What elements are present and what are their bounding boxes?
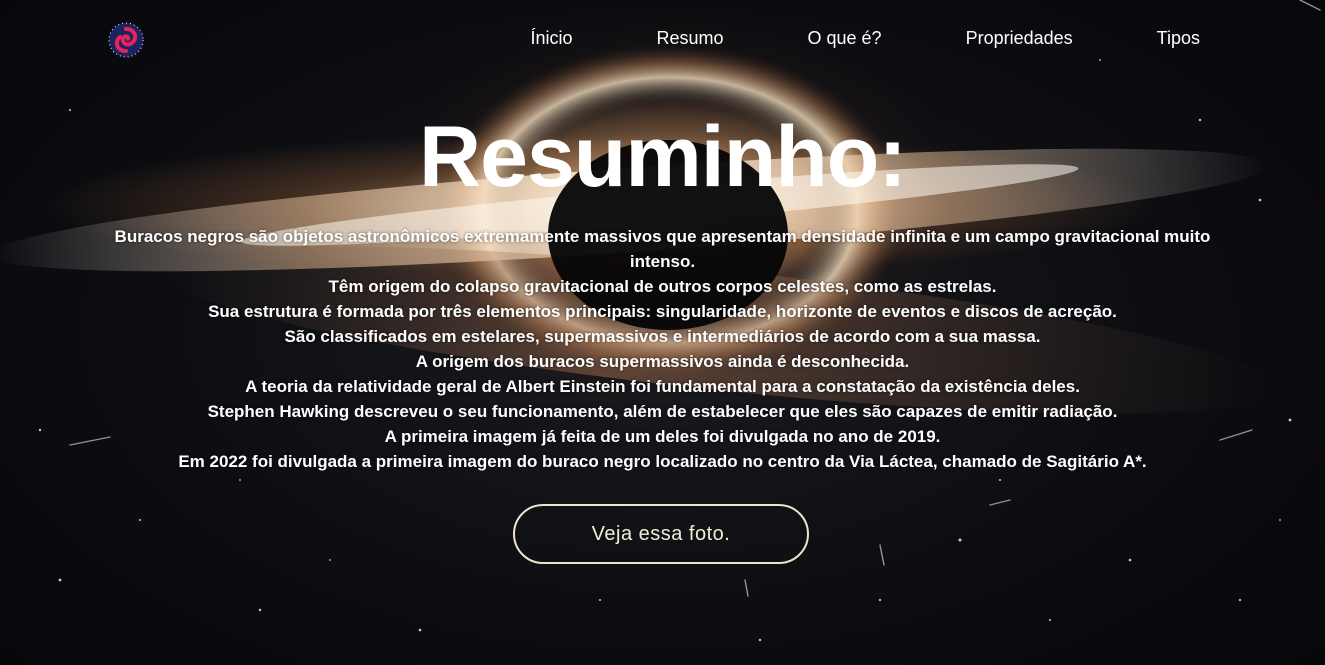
summary-line: Têm origem do colapso gravitacional de o… xyxy=(328,277,997,296)
summary-line: A origem dos buracos supermassivos ainda… xyxy=(415,352,910,371)
summary-list: Buracos negros são objetos astronômicos … xyxy=(100,224,1225,474)
page: Ínicio Resumo O que é? Propriedades Tipo… xyxy=(0,0,1325,665)
top-navigation: Ínicio Resumo O que é? Propriedades Tipo… xyxy=(0,0,1325,80)
page-title: Resuminho: xyxy=(419,109,907,205)
nav-links: Ínicio Resumo O que é? Propriedades Tipo… xyxy=(530,28,1200,49)
nav-link-inicio[interactable]: Ínicio xyxy=(530,28,572,49)
site-logo[interactable] xyxy=(107,21,145,59)
nav-link-resumo[interactable]: Resumo xyxy=(656,28,723,49)
nav-link-propriedades[interactable]: Propriedades xyxy=(966,28,1073,49)
summary-line: A teoria da relatividade geral de Albert… xyxy=(245,377,1080,396)
nav-link-tipos[interactable]: Tipos xyxy=(1157,28,1200,49)
summary-line: Em 2022 foi divulgada a primeira imagem … xyxy=(178,452,1147,471)
summary-line: Buracos negros são objetos astronômicos … xyxy=(114,227,1211,271)
galaxy-spiral-icon xyxy=(108,22,144,58)
summary-line: São classificados em estelares, supermas… xyxy=(284,327,1041,346)
see-photo-button[interactable]: Veja essa foto. xyxy=(513,504,809,564)
summary-line: Stephen Hawking descreveu o seu funciona… xyxy=(207,402,1118,421)
summary-line: Sua estrutura é formada por três element… xyxy=(208,302,1117,321)
nav-link-o-que-e[interactable]: O que é? xyxy=(808,28,882,49)
summary-line: A primeira imagem já feita de um deles f… xyxy=(384,427,941,446)
